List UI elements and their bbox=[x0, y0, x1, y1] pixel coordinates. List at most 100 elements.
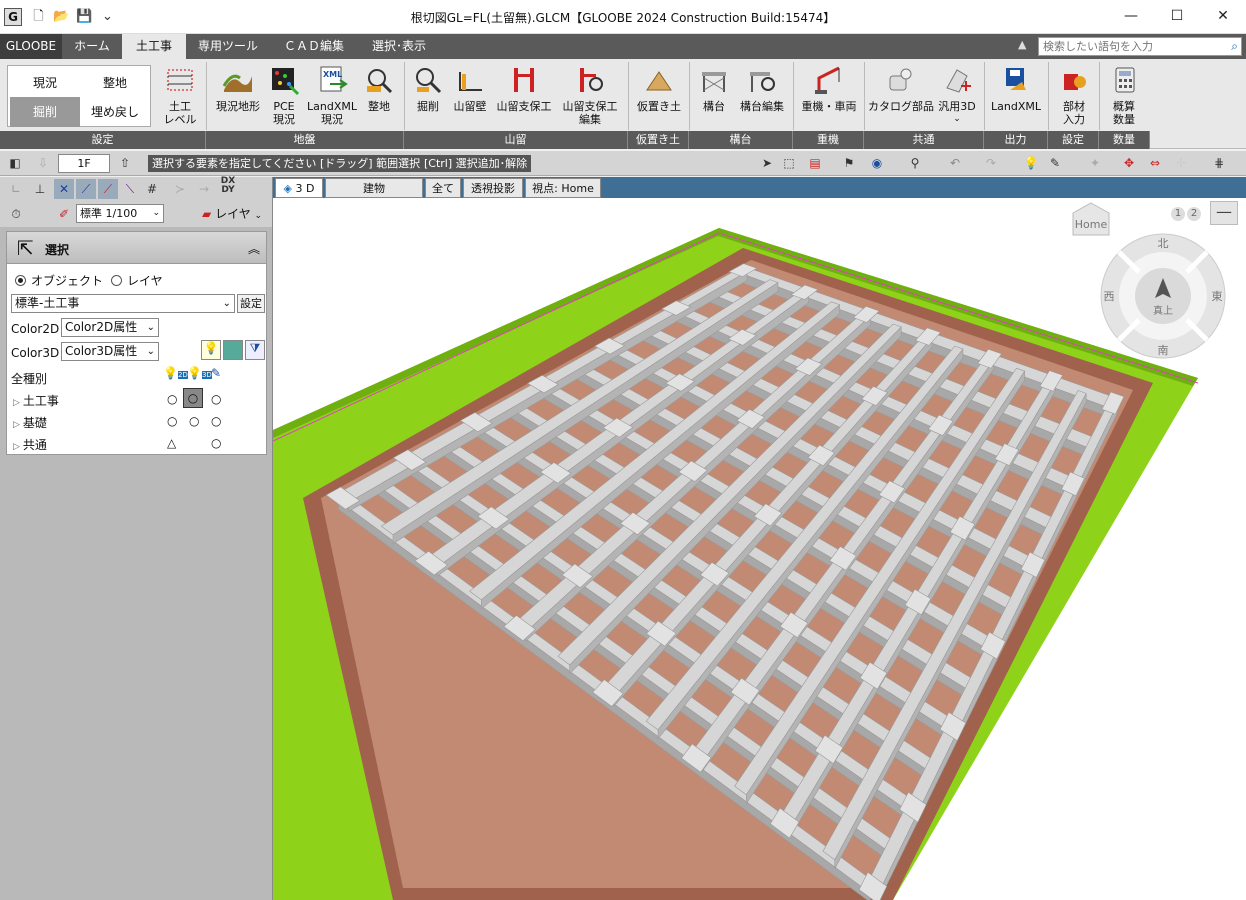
color-map-icon[interactable] bbox=[223, 340, 243, 360]
mode-umemodoshi[interactable]: 埋め戻し bbox=[80, 97, 150, 127]
foundation-2d-toggle[interactable]: ○ bbox=[167, 414, 177, 428]
cross-snap-icon[interactable]: ✕ bbox=[54, 179, 74, 199]
line-snap-icon[interactable]: ⟋ bbox=[76, 179, 96, 199]
panel-toggle-icon[interactable]: ◧ bbox=[6, 155, 24, 172]
hanyo-3d-button[interactable]: 汎用3D ⌄ bbox=[934, 62, 980, 126]
karioki-do-button[interactable]: 仮置き土 bbox=[634, 62, 684, 113]
landxml-export-button[interactable]: LandXML bbox=[988, 62, 1044, 113]
light-icon[interactable]: 💡 bbox=[1022, 155, 1040, 172]
preset-select[interactable]: 標準-土工事 ⌄ bbox=[11, 294, 235, 313]
hanyo-3d-dropdown-icon[interactable]: ⌄ bbox=[934, 113, 980, 126]
tree-row-foundation[interactable]: ▷ 基礎 bbox=[13, 414, 47, 431]
scale-select[interactable]: 標準 1/100 ⌄ bbox=[76, 204, 164, 223]
tree-row-common[interactable]: ▷ 共通 bbox=[13, 436, 47, 453]
catalog-buhin-button[interactable]: カタログ部品 bbox=[868, 62, 934, 113]
yamadome-shihoko-button[interactable]: 山留支保工 bbox=[492, 62, 556, 113]
radio-layer[interactable]: レイヤ bbox=[111, 272, 163, 289]
layer-button[interactable]: ▰ レイヤ ⌄ bbox=[202, 205, 262, 222]
sandai-henshu-button[interactable]: 構台編集 bbox=[736, 62, 788, 113]
tab-special-tools[interactable]: 専用ツール bbox=[186, 34, 270, 59]
range-select-icon[interactable]: ⬚ bbox=[780, 155, 798, 172]
filter-funnel-icon[interactable]: ⧩ bbox=[245, 340, 265, 360]
floor-up-icon[interactable]: ⇧ bbox=[116, 155, 134, 172]
genkyo-chikei-button[interactable]: 現況地形 bbox=[212, 62, 264, 113]
view-page-1[interactable]: 1 bbox=[1171, 207, 1185, 221]
snap-icon[interactable]: ✦ bbox=[1086, 155, 1104, 172]
paint-icon[interactable]: ✎ bbox=[1046, 155, 1064, 172]
foundation-3d-toggle[interactable]: ○ bbox=[189, 414, 199, 428]
help-search-input[interactable] bbox=[1039, 38, 1219, 55]
juki-sharyo-button[interactable]: 重機・車両 bbox=[798, 62, 860, 113]
mode-genkyo[interactable]: 現況 bbox=[10, 68, 80, 98]
view-tab-perspective[interactable]: 透視投影 bbox=[463, 178, 523, 198]
qat-dropdown-icon[interactable]: ⌄ bbox=[99, 8, 116, 25]
visible-3d-icon[interactable]: 💡3D bbox=[187, 366, 212, 380]
maximize-button[interactable]: ☐ bbox=[1154, 0, 1200, 32]
tab-select-display[interactable]: 選択･表示 bbox=[358, 34, 440, 59]
view-tab-building[interactable]: 建物 bbox=[325, 178, 423, 198]
ribbon-collapse-icon[interactable]: ▲ bbox=[1018, 38, 1026, 51]
yamadome-kabe-button[interactable]: 山留壁 bbox=[450, 62, 490, 113]
minimize-view-button[interactable]: — bbox=[1210, 201, 1238, 225]
buzai-nyuryoku-button[interactable]: 部材 入力 bbox=[1052, 62, 1096, 126]
navigation-compass[interactable]: 北 南 東 西 真上 bbox=[1099, 232, 1227, 360]
measure-icon[interactable]: ⚲ bbox=[906, 155, 924, 172]
view-tab-3d[interactable]: ◈ 3 D bbox=[275, 178, 323, 198]
tab-earthwork[interactable]: 土工事 bbox=[122, 34, 186, 59]
radio-object[interactable]: オブジェクト bbox=[15, 272, 103, 289]
move-icon[interactable]: ✥ bbox=[1120, 155, 1138, 172]
search-icon[interactable]: ⌕ bbox=[1231, 39, 1238, 54]
yamadome-shihoko-henshu-button[interactable]: 山留支保工 編集 bbox=[558, 62, 622, 126]
bulb-icon[interactable]: 💡 bbox=[201, 340, 221, 360]
rotate-icon[interactable]: ✢ bbox=[1172, 155, 1190, 172]
landxml-genkyo-button[interactable]: XML LandXML 現況 bbox=[304, 62, 360, 126]
floor-down-icon[interactable]: ⇩ bbox=[34, 155, 52, 172]
pen-icon[interactable]: ✐ bbox=[54, 204, 74, 224]
grid-snap-icon[interactable]: # bbox=[142, 179, 162, 199]
common-edit-toggle[interactable]: ○ bbox=[211, 436, 221, 450]
undo-icon[interactable]: ↶ bbox=[946, 155, 964, 172]
3d-viewport[interactable]: ◈ 3 D 建物 全て 透視投影 視点: Home Home 12 — 北 南 … bbox=[272, 177, 1246, 900]
grid-settings-icon[interactable]: ⋕ bbox=[1210, 155, 1228, 172]
common-2d-toggle[interactable]: △ bbox=[167, 436, 176, 450]
app-icon[interactable]: G bbox=[4, 8, 22, 26]
color3d-select[interactable]: Color3D属性 ⌄ bbox=[61, 342, 159, 361]
seichi-button[interactable]: 整地 bbox=[362, 62, 396, 113]
kussaku-button[interactable]: 掘削 bbox=[410, 62, 446, 113]
preset-settings-button[interactable]: 設定 bbox=[237, 294, 265, 313]
earthwork-3d-toggle[interactable]: ○ bbox=[183, 388, 203, 408]
display-filter-icon[interactable]: ▤ bbox=[806, 155, 824, 172]
color2d-select[interactable]: Color2D属性 ⌄ bbox=[61, 318, 159, 337]
stretch-icon[interactable]: ⇔ bbox=[1146, 155, 1164, 172]
filter-icon[interactable]: ⚑ bbox=[840, 155, 858, 172]
earthwork-2d-toggle[interactable]: ○ bbox=[167, 392, 177, 406]
clock-icon[interactable]: ⏱ bbox=[6, 204, 26, 224]
doko-level-button[interactable]: 土工 レベル bbox=[157, 62, 203, 126]
tab-cad-edit[interactable]: ＣＡＤ編集 bbox=[270, 34, 358, 59]
edit-pen-icon[interactable]: ✎ bbox=[211, 366, 221, 380]
new-file-icon[interactable]: 🗋 bbox=[30, 8, 47, 25]
mode-kussaku[interactable]: 掘削 bbox=[10, 97, 80, 127]
view-tab-viewpoint[interactable]: 視点: Home bbox=[525, 178, 601, 198]
edge-snap-icon[interactable]: ⟍ bbox=[120, 179, 140, 199]
select-cursor-icon[interactable]: ➤ bbox=[758, 155, 776, 172]
floor-selector[interactable]: 1F bbox=[58, 154, 110, 173]
earthwork-edit-toggle[interactable]: ○ bbox=[211, 392, 221, 406]
minimize-button[interactable]: — bbox=[1108, 0, 1154, 32]
visible-2d-icon[interactable]: 💡2D bbox=[163, 366, 188, 380]
dxdy-button[interactable]: DX DY bbox=[218, 177, 238, 197]
dimension-icon[interactable]: ⊥ bbox=[30, 179, 50, 199]
mid-snap-icon[interactable]: ⟋ bbox=[98, 179, 118, 199]
save-icon[interactable]: 💾 bbox=[76, 8, 93, 25]
mode-seichi[interactable]: 整地 bbox=[80, 68, 150, 98]
foundation-edit-toggle[interactable]: ○ bbox=[211, 414, 221, 428]
sandai-button[interactable]: 構台 bbox=[694, 62, 734, 113]
extend-icon[interactable]: ≻ bbox=[170, 179, 190, 199]
view-page-2[interactable]: 2 bbox=[1187, 207, 1201, 221]
redo-icon[interactable]: ↷ bbox=[982, 155, 1000, 172]
view-tab-all[interactable]: 全て bbox=[425, 178, 461, 198]
tab-home[interactable]: ホーム bbox=[62, 34, 122, 59]
tab-gloobe[interactable]: GLOOBE bbox=[0, 34, 62, 59]
angle-icon[interactable]: ∟ bbox=[6, 179, 26, 199]
offset-icon[interactable]: → bbox=[194, 179, 214, 199]
